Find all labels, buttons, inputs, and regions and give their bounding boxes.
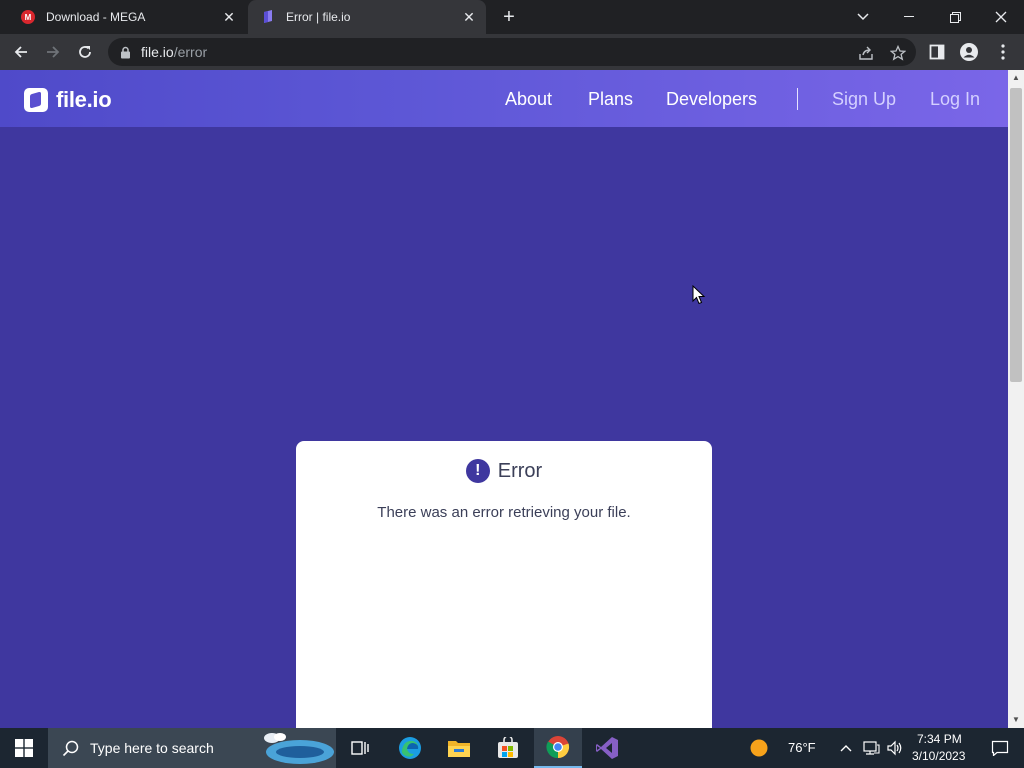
task-view-icon <box>351 741 369 755</box>
tab-fileio[interactable]: Error | file.io ✕ <box>248 0 486 34</box>
site-logo[interactable]: file.io <box>24 87 112 113</box>
error-card: ! Error There was an error retrieving yo… <box>296 441 712 728</box>
page-scrollbar[interactable]: ▲ ▼ <box>1008 70 1024 728</box>
reload-icon <box>79 46 91 58</box>
start-button[interactable] <box>0 728 48 768</box>
volume-icon <box>887 740 902 756</box>
edge-icon <box>399 737 421 759</box>
search-placeholder: Type here to search <box>90 740 214 756</box>
back-button[interactable] <box>8 39 34 65</box>
chrome-icon <box>546 736 570 759</box>
back-arrow-icon <box>14 46 27 58</box>
side-panel-button[interactable] <box>924 39 950 65</box>
file-explorer-icon <box>448 741 470 757</box>
weather-temp[interactable]: 76°F <box>788 740 816 755</box>
url-path: /error <box>173 44 208 60</box>
address-bar[interactable]: file.io/error <box>108 38 916 66</box>
close-icon <box>995 11 1007 23</box>
network-icon <box>863 741 880 755</box>
search-highlight-art <box>264 733 334 764</box>
volume-button[interactable] <box>884 728 906 768</box>
scroll-thumb[interactable] <box>1010 88 1022 382</box>
visual-studio-icon <box>596 737 618 759</box>
tab-search-button[interactable] <box>840 0 886 34</box>
nav-plans[interactable]: Plans <box>588 89 633 110</box>
tab-mega[interactable]: M Download - MEGA ✕ <box>8 0 246 34</box>
restore-icon <box>949 11 961 23</box>
microsoft-store-app[interactable] <box>484 728 532 768</box>
url-host: file.io <box>141 44 174 60</box>
taskbar-search-box[interactable]: Type here to search <box>48 728 336 768</box>
page-viewport: file.io About Plans Developers Sign Up L… <box>0 70 1008 728</box>
lock-icon[interactable] <box>120 46 131 59</box>
scroll-down-icon[interactable]: ▼ <box>1008 712 1024 728</box>
error-title: Error <box>497 459 543 482</box>
minimize-icon <box>904 16 914 17</box>
brand-name: file.io <box>56 87 112 112</box>
chrome-app[interactable] <box>534 728 582 768</box>
close-icon[interactable]: ✕ <box>460 8 478 26</box>
error-message: There was an error retrieving your file. <box>377 504 631 521</box>
close-icon[interactable]: ✕ <box>220 8 238 26</box>
clock-date[interactable]: 3/10/2023 <box>912 749 965 763</box>
notification-center-button[interactable] <box>976 728 1024 768</box>
clock-time[interactable]: 7:34 PM <box>917 732 962 746</box>
profile-icon <box>960 43 978 61</box>
file-explorer-app[interactable] <box>435 728 483 768</box>
nav-about[interactable]: About <box>505 89 552 110</box>
search-icon <box>62 739 80 757</box>
fileio-logo-icon <box>24 88 48 112</box>
mouse-cursor-icon <box>692 285 706 305</box>
fileio-favicon <box>260 9 276 25</box>
windows-start-icon <box>15 739 33 757</box>
store-icon <box>498 737 518 758</box>
reload-button[interactable] <box>72 39 98 65</box>
chevron-up-icon <box>840 745 852 752</box>
tab-title: Error | file.io <box>286 10 351 24</box>
star-icon[interactable] <box>888 43 908 63</box>
sidepanel-icon <box>929 44 945 60</box>
browser-toolbar: file.io/error <box>0 34 1024 70</box>
kebab-menu-icon <box>1001 44 1005 60</box>
forward-button[interactable] <box>40 39 66 65</box>
menu-button[interactable] <box>990 39 1016 65</box>
notification-icon <box>991 740 1009 756</box>
nav-developers[interactable]: Developers <box>666 89 757 110</box>
tab-title: Download - MEGA <box>46 10 146 24</box>
show-hidden-icons-button[interactable] <box>836 728 856 768</box>
chevron-down-icon <box>857 13 869 21</box>
edge-app[interactable] <box>386 728 434 768</box>
url-text: file.io/error <box>141 44 207 60</box>
forward-arrow-icon <box>47 46 60 58</box>
scroll-up-icon[interactable]: ▲ <box>1008 70 1024 86</box>
nav-log-in[interactable]: Log In <box>930 89 980 110</box>
site-header: file.io About Plans Developers Sign Up L… <box>0 70 1008 127</box>
visual-studio-app[interactable] <box>583 728 631 768</box>
share-icon[interactable] <box>856 43 876 63</box>
restore-button[interactable] <box>932 0 978 34</box>
nav-sign-up[interactable]: Sign Up <box>832 89 896 110</box>
exclamation-icon: ! <box>465 459 490 483</box>
weather-widget[interactable] <box>744 728 774 768</box>
mega-favicon: M <box>20 9 36 25</box>
network-button[interactable] <box>860 728 882 768</box>
task-view-button[interactable] <box>336 728 384 768</box>
nav-divider <box>797 88 798 110</box>
browser-tabstrip: M Download - MEGA ✕ Error | file.io ✕ + <box>0 0 1024 34</box>
new-tab-button[interactable]: + <box>498 6 520 28</box>
weather-sun-icon <box>750 739 768 757</box>
close-window-button[interactable] <box>978 0 1024 34</box>
minimize-button[interactable] <box>886 0 932 34</box>
profile-button[interactable] <box>956 39 982 65</box>
error-header: ! Error <box>296 459 712 483</box>
windows-taskbar: Type here to search 76°F 7:34 PM 3/10/20… <box>0 728 1024 768</box>
